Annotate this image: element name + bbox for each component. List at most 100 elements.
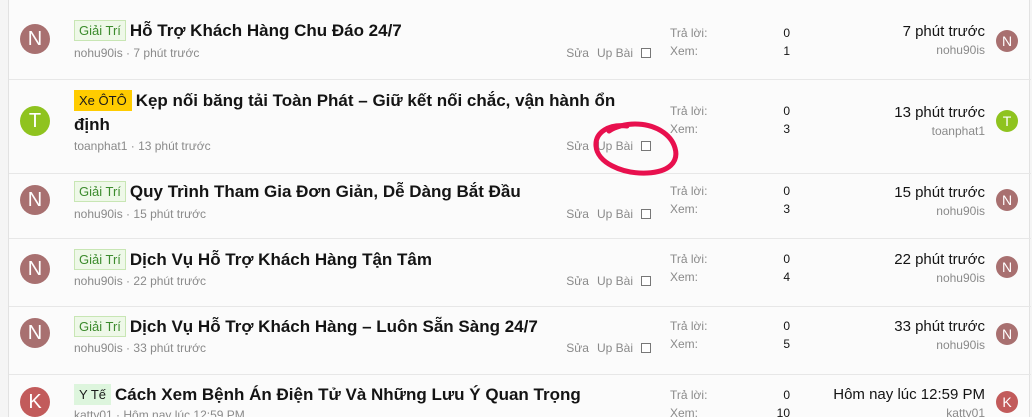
author-avatar[interactable]: K [20, 387, 50, 417]
thread-start-time[interactable]: 15 phút trước [133, 207, 206, 221]
thread-title-link[interactable]: Quy Trình Tham Gia Đơn Giản, Dễ Dàng Bắt… [130, 182, 521, 201]
last-post-date[interactable]: 22 phút trước [785, 250, 985, 270]
last-post-info: 13 phút trước toanphat1 [785, 103, 985, 139]
last-post-date[interactable]: 7 phút trước [785, 22, 985, 42]
thread-meta: toanphat1 · 13 phút trước [74, 139, 211, 153]
thread-prefix-badge[interactable]: Y Tế [74, 384, 111, 405]
views-label: Xem: [670, 406, 699, 417]
thread-row: K Y Tế Cách Xem Bệnh Án Điện Tử Và Những … [9, 375, 1031, 417]
views-label: Xem: [670, 44, 699, 58]
select-checkbox[interactable] [641, 343, 651, 353]
replies-label: Trả lời: [670, 26, 708, 40]
red-circle-annotation [593, 121, 679, 176]
thread-start-time[interactable]: 33 phút trước [133, 341, 206, 355]
thread-title-link[interactable]: Dịch Vụ Hỗ Trợ Khách Hàng Tận Tâm [130, 250, 432, 269]
last-post-date[interactable]: 13 phút trước [785, 103, 985, 123]
thread-stats: Trả lời: 0 Xem: 3 [670, 102, 790, 138]
thread-actions: Sửa Up Bài [558, 274, 651, 288]
edit-link[interactable]: Sửa [566, 139, 589, 153]
replies-label: Trả lời: [670, 388, 708, 402]
last-post-user[interactable]: nohu90is [785, 270, 985, 286]
views-label: Xem: [670, 337, 699, 351]
thread-prefix-badge[interactable]: Giải Trí [74, 181, 126, 202]
thread-author-link[interactable]: nohu90is [74, 341, 123, 355]
last-poster-avatar[interactable]: N [996, 256, 1018, 278]
select-checkbox[interactable] [641, 276, 651, 286]
thread-list: N Giải Trí Hỗ Trợ Khách Hàng Chu Đáo 24/7… [8, 0, 1031, 417]
up-bai-link[interactable]: Up Bài [597, 46, 633, 60]
last-post-info: 22 phút trước nohu90is [785, 250, 985, 286]
author-avatar[interactable]: N [20, 254, 50, 284]
thread-start-time[interactable]: Hôm nay lúc 12:59 PM [123, 408, 244, 417]
views-label: Xem: [670, 202, 699, 216]
replies-label: Trả lời: [670, 184, 708, 198]
thread-row: N Giải Trí Quy Trình Tham Gia Đơn Giản, D… [9, 174, 1031, 239]
thread-title-link[interactable]: Dịch Vụ Hỗ Trợ Khách Hàng – Luôn Sẵn Sàn… [130, 317, 538, 336]
last-post-date[interactable]: 33 phút trước [785, 317, 985, 337]
thread-actions: Sửa Up Bài [558, 207, 651, 221]
thread-prefix-badge[interactable]: Giải Trí [74, 249, 126, 270]
last-post-user[interactable]: nohu90is [785, 42, 985, 58]
last-post-date[interactable]: 15 phút trước [785, 183, 985, 203]
thread-stats: Trả lời: 0 Xem: 10 [670, 386, 790, 417]
thread-prefix-badge[interactable]: Giải Trí [74, 20, 126, 41]
replies-label: Trả lời: [670, 319, 708, 333]
last-post-date[interactable]: Hôm nay lúc 12:59 PM [785, 385, 985, 405]
select-checkbox[interactable] [641, 209, 651, 219]
last-poster-avatar[interactable]: N [996, 323, 1018, 345]
last-post-user[interactable]: nohu90is [785, 203, 985, 219]
thread-stats: Trả lời: 0 Xem: 5 [670, 317, 790, 353]
last-post-info: 7 phút trước nohu90is [785, 22, 985, 58]
thread-start-time[interactable]: 13 phút trước [138, 139, 211, 153]
thread-meta: nohu90is · 33 phút trước [74, 341, 206, 355]
views-label: Xem: [670, 270, 699, 284]
last-poster-avatar[interactable]: N [996, 30, 1018, 52]
author-avatar[interactable]: N [20, 24, 50, 54]
thread-title-link[interactable]: Kẹp nối băng tải Toàn Phát – Giữ kết nối… [74, 91, 615, 134]
author-avatar[interactable]: N [20, 185, 50, 215]
last-post-user[interactable]: katty01 [785, 405, 985, 417]
thread-actions: Sửa Up Bài [558, 46, 651, 60]
thread-author-link[interactable]: nohu90is [74, 274, 123, 288]
thread-prefix-badge[interactable]: Giải Trí [74, 316, 126, 337]
last-post-info: Hôm nay lúc 12:59 PM katty01 [785, 385, 985, 417]
thread-meta: katty01 · Hôm nay lúc 12:59 PM [74, 408, 245, 417]
up-bai-link[interactable]: Up Bài [597, 207, 633, 221]
select-checkbox[interactable] [641, 48, 651, 58]
thread-meta: nohu90is · 22 phút trước [74, 274, 206, 288]
thread-title-link[interactable]: Cách Xem Bệnh Án Điện Tử Và Những Lưu Ý … [115, 385, 581, 404]
thread-prefix-badge[interactable]: Xe ÔTÔ [74, 90, 132, 111]
author-avatar[interactable]: N [20, 318, 50, 348]
thread-author-link[interactable]: toanphat1 [74, 139, 127, 153]
thread-stats: Trả lời: 0 Xem: 3 [670, 182, 790, 218]
thread-title-link[interactable]: Hỗ Trợ Khách Hàng Chu Đáo 24/7 [130, 21, 402, 40]
thread-stats: Trả lời: 0 Xem: 4 [670, 250, 790, 286]
thread-author-link[interactable]: katty01 [74, 408, 113, 417]
thread-row: N Giải Trí Dịch Vụ Hỗ Trợ Khách Hàng – Lu… [9, 307, 1031, 375]
thread-actions: Sửa Up Bài [558, 341, 651, 355]
thread-author-link[interactable]: nohu90is [74, 46, 123, 60]
edit-link[interactable]: Sửa [566, 274, 589, 288]
edit-link[interactable]: Sửa [566, 46, 589, 60]
last-poster-avatar[interactable]: K [996, 391, 1018, 413]
thread-row: T Xe ÔTÔ Kẹp nối băng tải Toàn Phát – Giữ… [9, 80, 1031, 174]
thread-row: N Giải Trí Dịch Vụ Hỗ Trợ Khách Hàng Tận … [9, 239, 1031, 307]
last-post-info: 15 phút trước nohu90is [785, 183, 985, 219]
thread-row: N Giải Trí Hỗ Trợ Khách Hàng Chu Đáo 24/7… [9, 0, 1031, 80]
last-post-user[interactable]: nohu90is [785, 337, 985, 353]
edit-link[interactable]: Sửa [566, 341, 589, 355]
up-bai-link[interactable]: Up Bài [597, 274, 633, 288]
up-bai-link[interactable]: Up Bài [597, 341, 633, 355]
edit-link[interactable]: Sửa [566, 207, 589, 221]
thread-stats: Trả lời: 0 Xem: 1 [670, 24, 790, 60]
last-post-info: 33 phút trước nohu90is [785, 317, 985, 353]
thread-start-time[interactable]: 22 phút trước [133, 274, 206, 288]
thread-author-link[interactable]: nohu90is [74, 207, 123, 221]
last-post-user[interactable]: toanphat1 [785, 123, 985, 139]
thread-start-time[interactable]: 7 phút trước [133, 46, 199, 60]
last-poster-avatar[interactable]: N [996, 189, 1018, 211]
thread-meta: nohu90is · 15 phút trước [74, 207, 206, 221]
author-avatar[interactable]: T [20, 106, 50, 136]
last-poster-avatar[interactable]: T [996, 110, 1018, 132]
replies-label: Trả lời: [670, 104, 708, 118]
